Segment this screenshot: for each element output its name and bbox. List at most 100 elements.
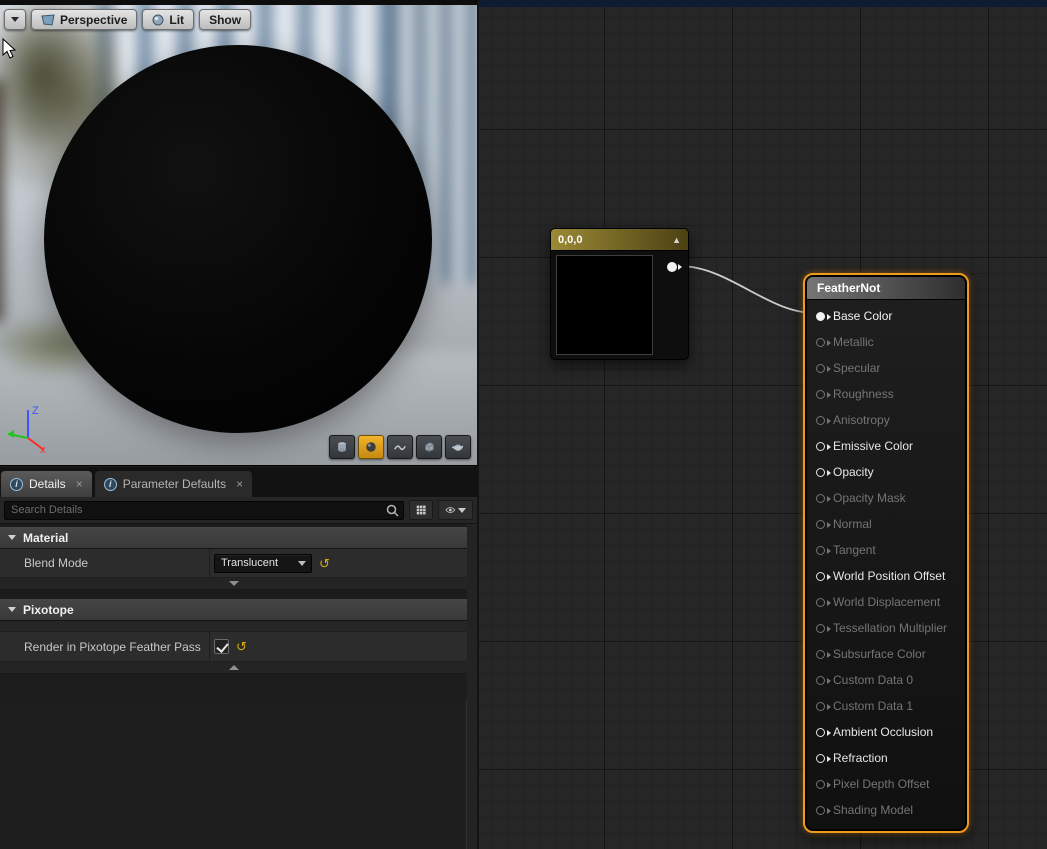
gizmo-z-label: Z [32, 405, 39, 417]
material-pin-row[interactable]: Subsurface Color [807, 641, 965, 667]
material-pin-row[interactable]: Specular [807, 355, 965, 381]
material-pin-row[interactable]: Custom Data 1 [807, 693, 965, 719]
pin-label: Custom Data 0 [833, 673, 913, 687]
pin-icon[interactable] [816, 468, 825, 477]
material-pin-row[interactable]: Opacity Mask [807, 485, 965, 511]
material-pin-row[interactable]: Base Color [807, 303, 965, 329]
pin-icon[interactable] [816, 520, 825, 529]
info-icon [10, 478, 23, 491]
category-material[interactable]: Material [0, 527, 467, 549]
tab-parameter-defaults[interactable]: Parameter Defaults × [95, 471, 252, 497]
pin-label: Refraction [833, 751, 888, 765]
details-search-row [0, 497, 477, 524]
collapse-node-icon[interactable]: ▲ [672, 235, 681, 245]
material-pin-row[interactable]: Emissive Color [807, 433, 965, 459]
pin-icon[interactable] [816, 702, 825, 711]
pin-icon[interactable] [816, 624, 825, 633]
lit-button[interactable]: Lit [142, 9, 194, 30]
pin-icon[interactable] [816, 650, 825, 659]
perspective-label: Perspective [60, 13, 127, 27]
lit-label: Lit [169, 13, 184, 27]
material-pin-row[interactable]: Ambient Occlusion [807, 719, 965, 745]
material-pin-row[interactable]: Refraction [807, 745, 965, 771]
shape-cylinder-button[interactable] [329, 435, 355, 459]
material-pin-row[interactable]: Tessellation Multiplier [807, 615, 965, 641]
material-graph-panel[interactable]: 0,0,0 ▲ FeatherNot Base Color Metallic S… [479, 0, 1047, 849]
reset-to-default-icon[interactable]: ↺ [236, 640, 247, 653]
material-pin-row[interactable]: Tangent [807, 537, 965, 563]
pin-icon[interactable] [816, 494, 825, 503]
pin-label: Base Color [833, 309, 892, 323]
material-pin-row[interactable]: Pixel Depth Offset [807, 771, 965, 797]
teapot-icon [452, 440, 464, 454]
pin-label: Shading Model [833, 803, 913, 817]
expand-arrow-icon [8, 535, 16, 540]
preview-shape-buttons [329, 435, 471, 459]
viewport-options-dropdown[interactable] [4, 9, 26, 30]
reset-to-default-icon[interactable]: ↺ [319, 557, 330, 570]
show-button[interactable]: Show [199, 9, 251, 30]
material-pin-row[interactable]: World Position Offset [807, 563, 965, 589]
property-matrix-button[interactable] [409, 500, 433, 520]
view-options-button[interactable] [438, 500, 473, 520]
pin-icon[interactable] [816, 416, 825, 425]
shape-cube-button[interactable] [416, 435, 442, 459]
pin-icon[interactable] [816, 364, 825, 373]
material-result-node[interactable]: FeatherNot Base Color Metallic Specular … [803, 273, 969, 833]
pin-icon[interactable] [816, 312, 825, 321]
search-input[interactable] [9, 503, 386, 517]
plane-icon [394, 440, 406, 454]
material-pin-row[interactable]: Shading Model [807, 797, 965, 823]
category-pixotope[interactable]: Pixotope [0, 599, 467, 621]
tab-parameter-defaults-label: Parameter Defaults [123, 477, 226, 491]
constant-color-node[interactable]: 0,0,0 ▲ [550, 228, 689, 360]
perspective-button[interactable]: Perspective [31, 9, 137, 30]
material-pin-row[interactable]: Roughness [807, 381, 965, 407]
pin-icon[interactable] [816, 728, 825, 737]
pin-icon[interactable] [816, 442, 825, 451]
material-node-pins: Base Color Metallic Specular Roughness A… [807, 300, 965, 829]
pin-icon[interactable] [816, 754, 825, 763]
tab-parameter-defaults-close-icon[interactable]: × [236, 477, 243, 491]
info-icon [104, 478, 117, 491]
cube-icon [423, 440, 435, 454]
shape-teapot-button[interactable] [445, 435, 471, 459]
feather-pass-checkbox[interactable] [214, 639, 229, 654]
left-panel: Perspective Lit Show [0, 0, 477, 849]
viewport-toolbar: Perspective Lit Show [4, 9, 251, 30]
category-splitter[interactable] [0, 578, 467, 590]
pin-icon[interactable] [816, 676, 825, 685]
chevron-down-icon [11, 17, 19, 22]
shape-sphere-button[interactable] [358, 435, 384, 459]
shape-plane-button[interactable] [387, 435, 413, 459]
pin-icon[interactable] [816, 806, 825, 815]
material-preview-viewport[interactable]: Perspective Lit Show [0, 5, 477, 466]
perspective-icon [41, 14, 55, 26]
material-node-header[interactable]: FeatherNot [807, 277, 965, 300]
pin-icon[interactable] [816, 780, 825, 789]
pin-icon[interactable] [816, 598, 825, 607]
pin-icon[interactable] [816, 338, 825, 347]
pin-icon[interactable] [816, 390, 825, 399]
tab-details[interactable]: Details × [1, 471, 92, 497]
constant-output-pin[interactable] [667, 262, 677, 272]
category-splitter[interactable] [0, 662, 467, 674]
material-pin-row[interactable]: Anisotropy [807, 407, 965, 433]
sphere-icon [365, 440, 377, 454]
tab-details-close-icon[interactable]: × [76, 477, 83, 491]
material-pin-row[interactable]: Normal [807, 511, 965, 537]
material-pin-row[interactable]: Metallic [807, 329, 965, 355]
constant-node-header[interactable]: 0,0,0 ▲ [551, 229, 688, 251]
details-empty-area [0, 700, 467, 849]
pin-icon[interactable] [816, 546, 825, 555]
blend-mode-dropdown[interactable]: Translucent [214, 554, 312, 573]
material-pin-row[interactable]: Opacity [807, 459, 965, 485]
pin-label: Roughness [833, 387, 894, 401]
material-node-title: FeatherNot [817, 281, 880, 295]
pin-label: Emissive Color [833, 439, 913, 453]
chevron-down-icon [458, 508, 466, 513]
tab-details-label: Details [29, 477, 66, 491]
pin-icon[interactable] [816, 572, 825, 581]
material-pin-row[interactable]: Custom Data 0 [807, 667, 965, 693]
material-pin-row[interactable]: World Displacement [807, 589, 965, 615]
